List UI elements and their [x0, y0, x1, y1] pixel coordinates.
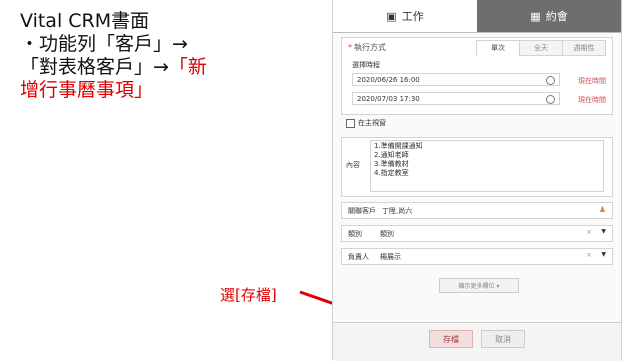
- owner-label: 負責人: [348, 253, 369, 261]
- category-select[interactable]: 類別 類別 × ▼: [341, 225, 613, 242]
- caption-line-4: 增行事曆事項」: [20, 79, 154, 101]
- content-textarea[interactable]: 1.準備開課通知 2.通知老師 3.準備教材 4.指定教室: [370, 140, 604, 192]
- caption-line-2: ・功能列「客戶」→: [20, 33, 188, 55]
- schedule-section: * 執行方式 單次 全天 週期性 選擇時程 2020/06/26 16:00 現在…: [341, 37, 613, 115]
- clear-icon[interactable]: ×: [586, 228, 592, 236]
- tab-appointment[interactable]: ▦ 約會: [477, 0, 621, 32]
- dropdown-arrow-icon[interactable]: ▼: [601, 251, 606, 258]
- content-section: 內容 1.準備開課通知 2.通知老師 3.準備教材 4.指定教室: [341, 137, 613, 197]
- clock-icon[interactable]: [546, 95, 555, 104]
- execution-mode-text: 執行方式: [354, 43, 386, 52]
- person-icon[interactable]: ♟: [599, 205, 606, 214]
- owner-select[interactable]: 負責人 楊展示 × ▼: [341, 248, 613, 265]
- main-window-checkbox-label: 在主視窗: [358, 119, 386, 127]
- owner-value: 楊展示: [380, 253, 401, 261]
- clear-icon[interactable]: ×: [586, 251, 592, 259]
- form-footer: 存檔 取消: [333, 322, 621, 361]
- dropdown-arrow-icon[interactable]: ▼: [601, 228, 606, 235]
- tab-task-label: 工作: [401, 10, 424, 23]
- content-line: 1.準備開課通知: [374, 142, 423, 150]
- pointer-label: 選[存檔]: [220, 286, 277, 304]
- select-time-label: 選擇時程: [352, 61, 380, 69]
- calendar-icon: ▣: [386, 9, 397, 23]
- related-customer-label: 關聯客戶: [348, 207, 376, 215]
- execution-mode-label: * 執行方式: [348, 43, 386, 52]
- end-now-link[interactable]: 現在時間: [578, 95, 606, 105]
- tab-appointment-label: 約會: [545, 10, 568, 23]
- subtab-single[interactable]: 單次: [476, 40, 520, 56]
- start-datetime-value: 2020/06/26 16:00: [357, 75, 420, 84]
- related-customer-field[interactable]: 關聯客戶 丁陞,尚六 ♟: [341, 202, 613, 219]
- checkbox-icon[interactable]: [346, 118, 355, 128]
- caption-line-3-main: 「對表格客戶」→: [20, 56, 169, 78]
- caption-line-3-highlight: 「新: [168, 56, 207, 78]
- mode-subtabs: 單次 全天 週期性: [476, 40, 606, 56]
- event-form-panel: ▣ 工作 ▦ 約會 * 執行方式 單次 全天 週期性 選擇時程 2020/06/2…: [332, 0, 622, 361]
- cancel-button[interactable]: 取消: [481, 330, 525, 348]
- caption-line-1: Vital CRM書面: [20, 10, 150, 32]
- category-label: 類別: [348, 230, 362, 238]
- clock-icon[interactable]: [546, 76, 555, 85]
- calendar-grid-icon: ▦: [530, 9, 541, 23]
- related-customer-value: 丁陞,尚六: [382, 207, 413, 215]
- content-line: 2.通知老師: [374, 151, 409, 159]
- tab-task[interactable]: ▣ 工作: [333, 0, 477, 32]
- content-line: 4.指定教室: [374, 169, 409, 177]
- category-value: 類別: [380, 230, 394, 238]
- save-button[interactable]: 存檔: [429, 330, 473, 348]
- start-datetime-field[interactable]: 2020/06/26 16:00: [352, 73, 560, 86]
- main-window-checkbox[interactable]: 在主視窗: [346, 118, 386, 128]
- end-datetime-field[interactable]: 2020/07/03 17:30: [352, 92, 560, 105]
- start-now-link[interactable]: 現在時間: [578, 76, 606, 86]
- subtab-all-day[interactable]: 全天: [519, 40, 563, 56]
- caption-line-3: 「對表格客戶」→「新: [20, 56, 320, 79]
- tutorial-caption: Vital CRM書面 ・功能列「客戶」→ 「對表格客戶」→「新 增行事曆事項」: [20, 10, 320, 102]
- content-label: 內容: [346, 161, 360, 169]
- subtab-recurring[interactable]: 週期性: [562, 40, 606, 56]
- content-line: 3.準備教材: [374, 160, 409, 168]
- show-more-fields-button[interactable]: 顯示更多欄位 ▾: [439, 278, 519, 293]
- tab-bar: ▣ 工作 ▦ 約會: [333, 0, 621, 33]
- end-datetime-value: 2020/07/03 17:30: [357, 94, 420, 103]
